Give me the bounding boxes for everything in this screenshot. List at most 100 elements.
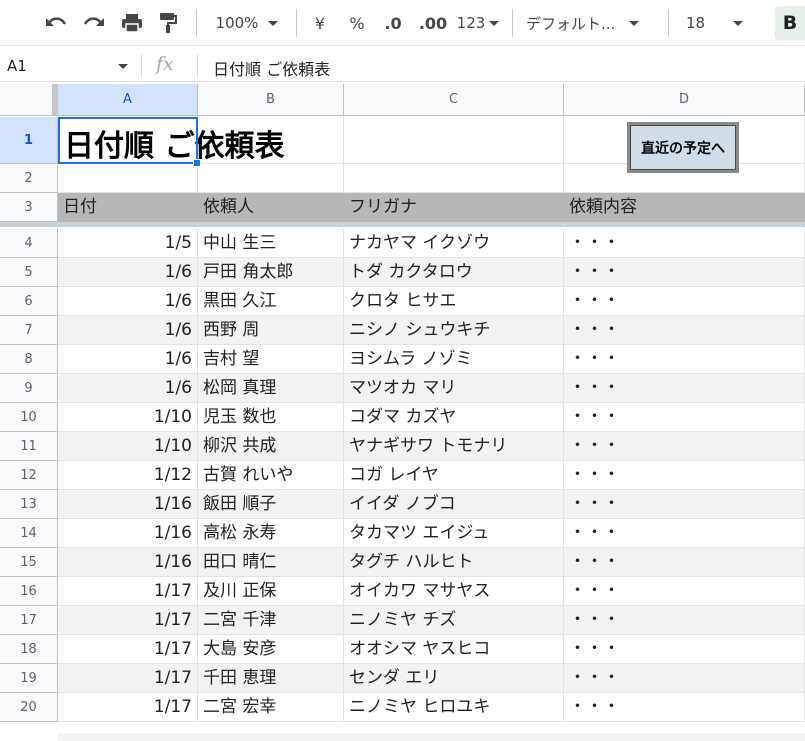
- row-header-4[interactable]: 4: [0, 229, 58, 258]
- column-header-b[interactable]: B: [198, 84, 344, 116]
- table-cell[interactable]: トダ カクタロウ: [344, 258, 564, 287]
- cell[interactable]: [344, 164, 564, 193]
- table-cell[interactable]: ・・・: [564, 316, 805, 345]
- row-header-17[interactable]: 17: [0, 606, 58, 635]
- table-header-cell[interactable]: 日付: [58, 193, 198, 222]
- font-size-select[interactable]: 18: [676, 8, 766, 38]
- table-cell[interactable]: タグチ ハルヒト: [344, 548, 564, 577]
- row-header-16[interactable]: 16: [0, 577, 58, 606]
- table-cell[interactable]: コガ レイヤ: [344, 461, 564, 490]
- table-cell[interactable]: ・・・: [564, 664, 805, 693]
- table-cell[interactable]: 1/6: [58, 316, 198, 345]
- cell[interactable]: [344, 117, 564, 164]
- table-cell[interactable]: ・・・: [564, 693, 805, 722]
- table-cell[interactable]: ニノミヤ ヒロユキ: [344, 693, 564, 722]
- table-cell[interactable]: 西野 周: [198, 316, 344, 345]
- table-cell[interactable]: オオシマ ヤスヒコ: [344, 635, 564, 664]
- row-header-18[interactable]: 18: [0, 635, 58, 664]
- row-header-19[interactable]: 19: [0, 664, 58, 693]
- table-cell[interactable]: 中山 生三: [198, 229, 344, 258]
- table-header-cell[interactable]: 依頼内容: [564, 193, 805, 222]
- table-cell[interactable]: ニシノ シュウキチ: [344, 316, 564, 345]
- table-cell[interactable]: 松岡 真理: [198, 374, 344, 403]
- table-cell[interactable]: 高松 永寿: [198, 519, 344, 548]
- row-header-7[interactable]: 7: [0, 316, 58, 345]
- table-cell[interactable]: 田口 晴仁: [198, 548, 344, 577]
- table-cell[interactable]: 柳沢 共成: [198, 432, 344, 461]
- table-cell[interactable]: クロタ ヒサエ: [344, 287, 564, 316]
- horizontal-scrollbar[interactable]: [58, 733, 805, 741]
- increase-decimal-button[interactable]: .00: [416, 8, 450, 38]
- row-header-8[interactable]: 8: [0, 345, 58, 374]
- table-cell[interactable]: ・・・: [564, 490, 805, 519]
- row-header-5[interactable]: 5: [0, 258, 58, 287]
- table-cell[interactable]: ・・・: [564, 635, 805, 664]
- name-box[interactable]: A1: [0, 50, 140, 82]
- table-cell[interactable]: 1/12: [58, 461, 198, 490]
- table-cell[interactable]: ・・・: [564, 461, 805, 490]
- table-cell[interactable]: ・・・: [564, 519, 805, 548]
- table-cell[interactable]: 及川 正保: [198, 577, 344, 606]
- row-header-9[interactable]: 9: [0, 374, 58, 403]
- table-cell[interactable]: センダ エリ: [344, 664, 564, 693]
- table-cell[interactable]: 1/10: [58, 403, 198, 432]
- table-cell[interactable]: 1/17: [58, 606, 198, 635]
- column-header-d[interactable]: D: [564, 84, 805, 116]
- redo-icon[interactable]: [78, 8, 110, 38]
- table-cell[interactable]: ・・・: [564, 229, 805, 258]
- table-cell[interactable]: ・・・: [564, 577, 805, 606]
- table-cell[interactable]: 飯田 順子: [198, 490, 344, 519]
- row-header-3[interactable]: 3: [0, 193, 58, 222]
- table-cell[interactable]: ニノミヤ チズ: [344, 606, 564, 635]
- cell[interactable]: [58, 164, 198, 193]
- cell[interactable]: [198, 164, 344, 193]
- table-cell[interactable]: 1/17: [58, 577, 198, 606]
- table-cell[interactable]: 千田 恵理: [198, 664, 344, 693]
- row-header-6[interactable]: 6: [0, 287, 58, 316]
- table-cell[interactable]: ナカヤマ イクゾウ: [344, 229, 564, 258]
- row-header-12[interactable]: 12: [0, 461, 58, 490]
- decrease-decimal-button[interactable]: .0: [378, 8, 408, 38]
- row-header-2[interactable]: 2: [0, 164, 58, 193]
- table-cell[interactable]: ・・・: [564, 258, 805, 287]
- table-cell[interactable]: 1/5: [58, 229, 198, 258]
- table-header-cell[interactable]: 依頼人: [198, 193, 344, 222]
- table-cell[interactable]: 1/6: [58, 374, 198, 403]
- table-cell[interactable]: ・・・: [564, 432, 805, 461]
- row-header-11[interactable]: 11: [0, 432, 58, 461]
- column-header-c[interactable]: C: [344, 84, 564, 116]
- row-header-10[interactable]: 10: [0, 403, 58, 432]
- column-header-a[interactable]: A: [58, 84, 198, 116]
- table-cell[interactable]: 1/6: [58, 258, 198, 287]
- table-cell[interactable]: 1/16: [58, 490, 198, 519]
- font-select[interactable]: デフォルト...: [526, 8, 660, 38]
- table-cell[interactable]: 1/6: [58, 345, 198, 374]
- percent-button[interactable]: %: [344, 8, 370, 38]
- row-header-20[interactable]: 20: [0, 693, 58, 722]
- table-cell[interactable]: 1/17: [58, 664, 198, 693]
- table-cell[interactable]: ・・・: [564, 548, 805, 577]
- select-all-corner[interactable]: [0, 84, 58, 116]
- table-cell[interactable]: 1/17: [58, 693, 198, 722]
- table-cell[interactable]: オイカワ マサヤス: [344, 577, 564, 606]
- table-cell[interactable]: ヨシムラ ノゾミ: [344, 345, 564, 374]
- table-cell[interactable]: 1/10: [58, 432, 198, 461]
- table-cell[interactable]: 二宮 千津: [198, 606, 344, 635]
- table-cell[interactable]: コダマ カズヤ: [344, 403, 564, 432]
- table-cell[interactable]: 戸田 角太郎: [198, 258, 344, 287]
- table-cell[interactable]: 吉村 望: [198, 345, 344, 374]
- row-header-13[interactable]: 13: [0, 490, 58, 519]
- table-cell[interactable]: ・・・: [564, 287, 805, 316]
- table-cell[interactable]: 黒田 久江: [198, 287, 344, 316]
- table-cell[interactable]: ・・・: [564, 345, 805, 374]
- fill-handle[interactable]: [193, 159, 201, 167]
- table-cell[interactable]: ・・・: [564, 403, 805, 432]
- table-cell[interactable]: 1/6: [58, 287, 198, 316]
- table-cell[interactable]: タカマツ エイジュ: [344, 519, 564, 548]
- table-cell[interactable]: 1/16: [58, 519, 198, 548]
- bold-button[interactable]: B: [775, 6, 805, 40]
- row-header-14[interactable]: 14: [0, 519, 58, 548]
- table-cell[interactable]: ・・・: [564, 374, 805, 403]
- table-cell[interactable]: マツオカ マリ: [344, 374, 564, 403]
- table-cell[interactable]: 1/17: [58, 635, 198, 664]
